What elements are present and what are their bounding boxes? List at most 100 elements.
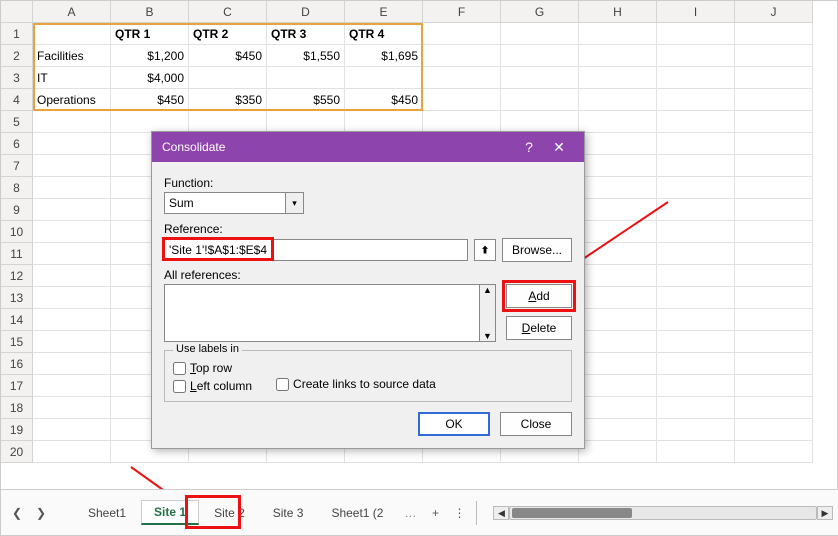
cell[interactable]: $1,200 bbox=[111, 45, 189, 67]
cell[interactable] bbox=[33, 221, 111, 243]
cell[interactable]: QTR 2 bbox=[189, 23, 267, 45]
row-header[interactable]: 18 bbox=[1, 397, 33, 419]
cell[interactable] bbox=[33, 243, 111, 265]
ok-button[interactable]: OK bbox=[418, 412, 490, 436]
cell[interactable] bbox=[33, 331, 111, 353]
cell[interactable] bbox=[735, 23, 813, 45]
cell[interactable] bbox=[579, 375, 657, 397]
cell[interactable] bbox=[33, 133, 111, 155]
cell[interactable] bbox=[657, 133, 735, 155]
left-column-checkbox[interactable] bbox=[173, 380, 186, 393]
cell[interactable] bbox=[33, 199, 111, 221]
cell[interactable] bbox=[33, 441, 111, 463]
cell[interactable] bbox=[735, 199, 813, 221]
cell[interactable] bbox=[735, 265, 813, 287]
cell[interactable] bbox=[657, 419, 735, 441]
cell[interactable] bbox=[579, 441, 657, 463]
tab-nav-prev[interactable]: ❮ bbox=[7, 501, 27, 525]
cell[interactable] bbox=[579, 287, 657, 309]
cell[interactable] bbox=[501, 89, 579, 111]
cell[interactable] bbox=[33, 177, 111, 199]
row-header[interactable]: 19 bbox=[1, 419, 33, 441]
column-header[interactable]: B bbox=[111, 1, 189, 23]
row-header[interactable]: 20 bbox=[1, 441, 33, 463]
cell[interactable] bbox=[33, 265, 111, 287]
row-header[interactable]: 16 bbox=[1, 353, 33, 375]
row-header[interactable]: 8 bbox=[1, 177, 33, 199]
cell[interactable] bbox=[735, 331, 813, 353]
cell[interactable] bbox=[579, 177, 657, 199]
cell[interactable]: $450 bbox=[111, 89, 189, 111]
cell[interactable] bbox=[33, 353, 111, 375]
close-icon[interactable]: ✕ bbox=[544, 139, 574, 156]
cell[interactable] bbox=[657, 287, 735, 309]
dialog-titlebar[interactable]: Consolidate ? ✕ bbox=[152, 132, 584, 162]
cell[interactable] bbox=[33, 111, 111, 133]
row-header[interactable]: 9 bbox=[1, 199, 33, 221]
cell[interactable] bbox=[579, 155, 657, 177]
cell[interactable] bbox=[579, 89, 657, 111]
cell[interactable]: $1,695 bbox=[345, 45, 423, 67]
cell[interactable] bbox=[501, 111, 579, 133]
add-button[interactable]: Add bbox=[506, 284, 572, 308]
create-links-checkbox[interactable] bbox=[276, 378, 289, 391]
row-header[interactable]: 1 bbox=[1, 23, 33, 45]
cell[interactable]: QTR 3 bbox=[267, 23, 345, 45]
cell[interactable] bbox=[33, 397, 111, 419]
column-header[interactable]: C bbox=[189, 1, 267, 23]
cell[interactable] bbox=[579, 243, 657, 265]
cell[interactable] bbox=[579, 265, 657, 287]
column-header[interactable]: D bbox=[267, 1, 345, 23]
cell[interactable] bbox=[423, 45, 501, 67]
select-all-corner[interactable] bbox=[1, 1, 33, 23]
cell[interactable] bbox=[579, 331, 657, 353]
row-header[interactable]: 3 bbox=[1, 67, 33, 89]
cell[interactable] bbox=[735, 133, 813, 155]
chevron-down-icon[interactable]: ▾ bbox=[286, 192, 304, 214]
column-header[interactable]: A bbox=[33, 1, 111, 23]
cell[interactable] bbox=[189, 67, 267, 89]
row-header[interactable]: 12 bbox=[1, 265, 33, 287]
cell[interactable]: $350 bbox=[189, 89, 267, 111]
sheet-tab-sheet1[interactable]: Sheet1 bbox=[75, 501, 139, 525]
row-header[interactable]: 15 bbox=[1, 331, 33, 353]
cell[interactable] bbox=[735, 177, 813, 199]
cell[interactable] bbox=[735, 441, 813, 463]
cell[interactable] bbox=[735, 419, 813, 441]
cell[interactable] bbox=[423, 23, 501, 45]
column-header[interactable]: I bbox=[657, 1, 735, 23]
scrollbar-thumb[interactable] bbox=[512, 508, 632, 518]
cell[interactable] bbox=[657, 177, 735, 199]
cell[interactable] bbox=[735, 221, 813, 243]
collapse-dialog-icon[interactable]: 🠭 bbox=[474, 239, 496, 261]
cell[interactable] bbox=[579, 309, 657, 331]
row-header[interactable]: 11 bbox=[1, 243, 33, 265]
cell[interactable] bbox=[657, 45, 735, 67]
cell[interactable] bbox=[267, 67, 345, 89]
cell[interactable] bbox=[657, 67, 735, 89]
cell[interactable] bbox=[33, 287, 111, 309]
cell[interactable] bbox=[735, 45, 813, 67]
cell[interactable] bbox=[735, 67, 813, 89]
cell[interactable] bbox=[579, 23, 657, 45]
cell[interactable] bbox=[735, 287, 813, 309]
column-header[interactable]: E bbox=[345, 1, 423, 23]
cell[interactable] bbox=[501, 23, 579, 45]
cell[interactable] bbox=[345, 67, 423, 89]
cell[interactable] bbox=[33, 309, 111, 331]
row-header[interactable]: 6 bbox=[1, 133, 33, 155]
cell[interactable] bbox=[501, 67, 579, 89]
cell[interactable] bbox=[423, 89, 501, 111]
sheet-tab-site-3[interactable]: Site 3 bbox=[260, 501, 317, 525]
cell[interactable] bbox=[345, 111, 423, 133]
row-header[interactable]: 7 bbox=[1, 155, 33, 177]
cell[interactable] bbox=[423, 111, 501, 133]
cell[interactable]: $4,000 bbox=[111, 67, 189, 89]
sheet-tab-site-2[interactable]: Site 2 bbox=[201, 501, 258, 525]
cell[interactable] bbox=[657, 111, 735, 133]
all-references-list[interactable] bbox=[164, 284, 480, 342]
cell[interactable] bbox=[579, 45, 657, 67]
cell[interactable] bbox=[579, 397, 657, 419]
cell[interactable] bbox=[657, 375, 735, 397]
close-button[interactable]: Close bbox=[500, 412, 572, 436]
